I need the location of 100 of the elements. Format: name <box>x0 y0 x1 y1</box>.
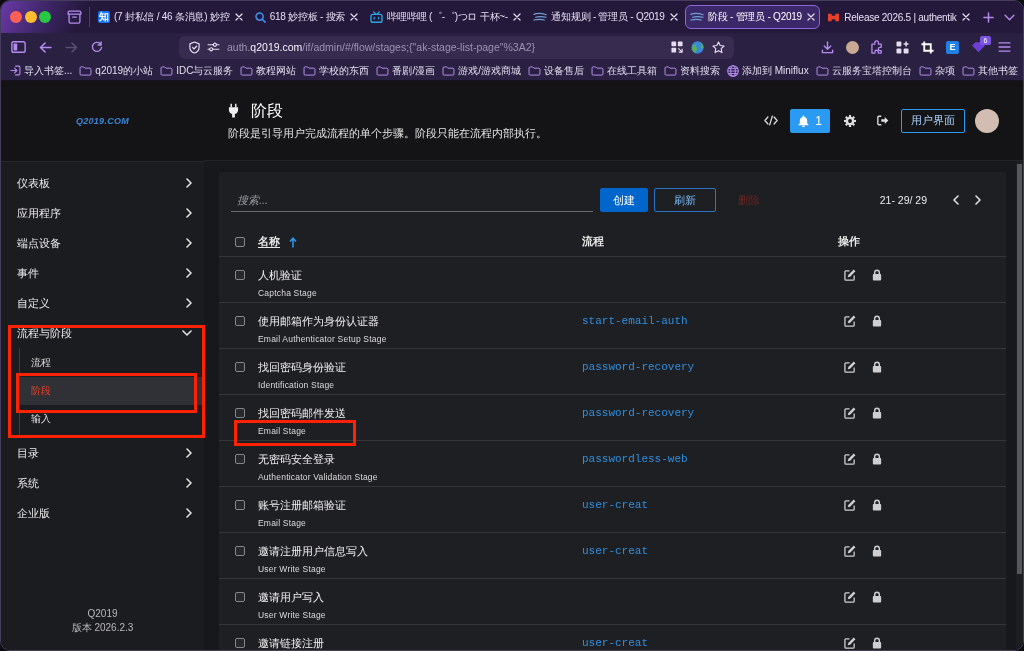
checkbox[interactable] <box>235 638 245 648</box>
nav-item[interactable]: 目录 <box>1 438 204 468</box>
checkbox[interactable] <box>235 500 245 510</box>
chevron-right-icon[interactable] <box>186 178 192 188</box>
lock-icon[interactable] <box>872 407 882 419</box>
bookmark-item[interactable]: 添加到 Miniflux <box>726 63 809 78</box>
close-icon[interactable] <box>234 13 243 21</box>
reload-icon[interactable] <box>91 41 103 53</box>
bookmark-item[interactable]: 设备售后 <box>527 63 584 78</box>
chevron-right-icon[interactable] <box>186 238 192 248</box>
download-icon[interactable] <box>821 40 834 54</box>
nav-item[interactable]: 系统 <box>1 468 204 498</box>
browser-tab[interactable]: 知 (7 封私信 / 46 条消息) 妙控 <box>93 5 248 29</box>
lock-icon[interactable] <box>872 361 882 373</box>
grid-icon[interactable] <box>671 41 683 53</box>
zoom-window-button[interactable] <box>39 11 51 23</box>
edit-icon[interactable] <box>844 591 856 603</box>
nav-item[interactable]: 事件 <box>1 258 204 288</box>
box-icon[interactable] <box>67 10 82 24</box>
bookmark-item[interactable]: 其他书签 <box>961 63 1018 78</box>
puzzle-icon[interactable] <box>871 40 884 54</box>
chevron-down-icon[interactable] <box>1004 13 1015 21</box>
plus-icon[interactable] <box>983 11 994 23</box>
nav-item[interactable]: 企业版 <box>1 498 204 528</box>
lock-icon[interactable] <box>872 315 882 327</box>
arrow-up-icon[interactable] <box>289 236 297 248</box>
user-avatar[interactable] <box>975 108 999 133</box>
nav-item[interactable]: 仪表板 <box>1 168 204 198</box>
nav-item[interactable]: 应用程序 <box>1 198 204 228</box>
flow-link[interactable]: user-creat <box>582 545 648 557</box>
checkbox[interactable] <box>235 237 245 247</box>
edit-icon[interactable] <box>844 499 856 511</box>
browser-tab[interactable]: Release 2026.5 | authentik <box>822 5 976 29</box>
flow-link[interactable]: start-email-auth <box>582 315 688 327</box>
bookmark-item[interactable]: 教程网站 <box>240 63 297 78</box>
chevron-right-icon[interactable] <box>186 268 192 278</box>
checkbox[interactable] <box>235 454 245 464</box>
bookmark-item[interactable]: q2019的小站 <box>79 63 154 78</box>
edit-icon[interactable] <box>844 545 856 557</box>
edit-icon[interactable] <box>844 361 856 373</box>
bookmark-item[interactable]: 杂项 <box>918 63 955 78</box>
close-icon[interactable] <box>513 13 522 21</box>
close-window-button[interactable] <box>10 11 22 23</box>
flow-link[interactable]: password-recovery <box>582 407 695 419</box>
scrollbar[interactable] <box>1016 161 1023 650</box>
edit-icon[interactable] <box>844 269 856 281</box>
flow-link[interactable]: user-creat <box>582 637 648 649</box>
chevron-right-icon[interactable] <box>975 195 981 205</box>
chevron-right-icon[interactable] <box>186 478 192 488</box>
profile-avatar[interactable] <box>846 40 859 54</box>
shield-icon[interactable] <box>189 40 200 54</box>
bookmark-item[interactable]: 游戏/游戏商城 <box>442 63 521 78</box>
close-icon[interactable] <box>962 13 971 21</box>
nav-subitem[interactable]: 流程 <box>20 349 204 377</box>
gem-icon[interactable] <box>971 41 986 53</box>
lock-icon[interactable] <box>872 453 882 465</box>
edit-icon[interactable] <box>844 453 856 465</box>
user-interface-button[interactable]: 用户界面 <box>901 108 965 133</box>
checkbox[interactable] <box>235 362 245 372</box>
browser-tab[interactable]: 618 妙控板 - 搜索 <box>249 5 364 29</box>
bookmark-item[interactable]: 云服务宝塔控制台 <box>815 63 912 78</box>
bookmark-item[interactable]: 番剧/漫画 <box>376 63 436 78</box>
globe-icon[interactable] <box>691 40 704 54</box>
create-button[interactable]: 创建 <box>600 188 648 212</box>
edit-icon[interactable] <box>844 637 856 649</box>
checkbox[interactable] <box>235 270 245 280</box>
close-icon[interactable] <box>807 13 816 21</box>
lock-icon[interactable] <box>872 545 882 557</box>
checkbox[interactable] <box>235 546 245 556</box>
chevron-left-icon[interactable] <box>953 195 959 205</box>
code-icon[interactable] <box>764 115 778 126</box>
nav-item[interactable]: 端点设备 <box>1 228 204 258</box>
close-icon[interactable] <box>670 13 679 21</box>
lock-icon[interactable] <box>872 269 882 281</box>
lock-icon[interactable] <box>872 637 882 649</box>
column-header[interactable]: 名称 <box>258 235 280 249</box>
browser-tab[interactable]: 通知规则 - 管理员 - Q2019 <box>528 5 684 29</box>
chevron-right-icon[interactable] <box>186 298 192 308</box>
settings-icon[interactable] <box>844 114 856 127</box>
address-bar[interactable]: auth.q2019.com/if/admin/#/flow/stages;{"ak-stage-list-page"%3A2} <box>179 35 734 59</box>
chevron-right-icon[interactable] <box>186 508 192 518</box>
bookmark-item[interactable]: 导入书签... <box>10 63 73 78</box>
lock-icon[interactable] <box>872 499 882 511</box>
close-icon[interactable] <box>350 13 359 21</box>
logout-icon[interactable] <box>877 115 889 126</box>
edit-icon[interactable] <box>844 407 856 419</box>
chevron-right-icon[interactable] <box>186 448 192 458</box>
checkbox[interactable] <box>235 408 245 418</box>
nav-subitem[interactable]: 输入 <box>20 405 204 433</box>
sidebar-icon[interactable] <box>11 41 26 53</box>
bookmark-item[interactable]: IDC与云服务 <box>160 63 234 78</box>
browser-tab[interactable]: 哔哩哔哩 (゜-゜)つロ 干杯~- <box>365 5 527 29</box>
lock-icon[interactable] <box>872 591 882 603</box>
refresh-button[interactable]: 刷新 <box>654 188 716 212</box>
star-icon[interactable] <box>712 40 725 54</box>
grid-plus-icon[interactable] <box>896 40 909 54</box>
sliders-icon[interactable] <box>207 42 220 52</box>
menu-icon[interactable] <box>998 42 1011 52</box>
flow-link[interactable]: passwordless-web <box>582 453 688 465</box>
extension-tile[interactable]: E <box>946 40 959 54</box>
